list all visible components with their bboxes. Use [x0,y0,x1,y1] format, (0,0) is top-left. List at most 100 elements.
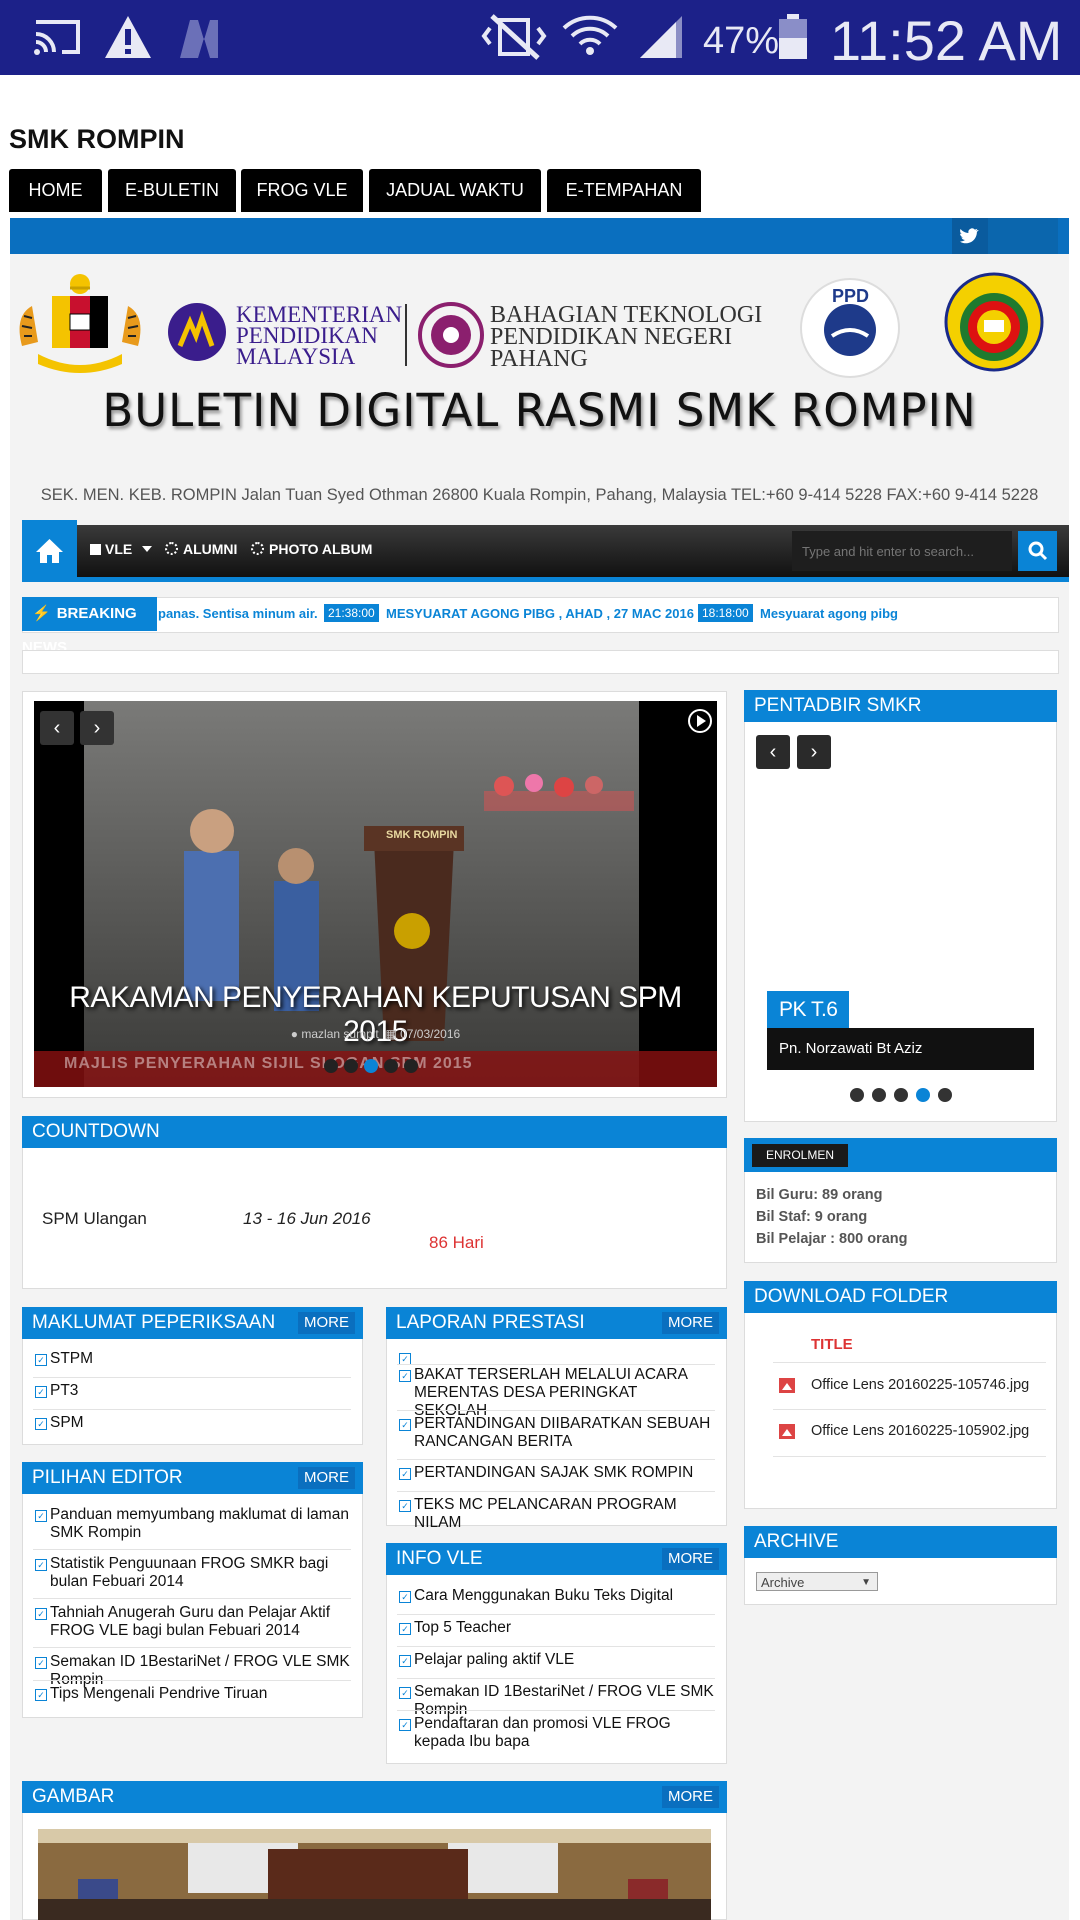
pentadbir-next-button[interactable]: › [797,735,831,769]
maklumat-item[interactable]: PT3 [50,1382,350,1400]
banner-headline: BULETIN DIGITAL RASMI SMK ROMPIN [102,384,977,437]
breaking-news-item[interactable]: Mesyuarat agong pibg [760,606,898,621]
download-panel [744,1281,1057,1509]
countdown-remaining: 86 Hari [429,1233,484,1252]
pentadbir-name: Pn. Norzawati Bt Aziz [767,1028,1034,1070]
vibrate-mute-icon [481,14,547,60]
check-icon: ✓ [399,1591,411,1603]
divider [397,1678,715,1679]
infovle-item[interactable]: Pelajar paling aktif VLE [414,1651,714,1669]
slide-meta: ● mazlan sumpit ▦ 07/03/2016 [34,1027,717,1041]
download-title: DOWNLOAD FOLDER [744,1281,1057,1313]
laporan-item[interactable]: PERTANDINGAN DIIBARATKAN SEBUAH RANCANGA… [414,1415,714,1451]
slider-prev-button[interactable]: ‹ [40,711,74,745]
divider [33,1680,351,1681]
editor-item[interactable]: Statistik Penguunaan FROG SMKR bagi bula… [50,1555,350,1591]
nav-home-button[interactable] [22,520,77,582]
featured-slider[interactable]: SMK ROMPIN ‹ › RAKAMAN PENYERAHAN KEPUTU… [34,701,717,1087]
twitter-button[interactable] [952,218,988,254]
countdown-dates: 13 - 16 Jun 2016 [243,1209,371,1228]
laporan-more-button[interactable]: MORE [662,1312,719,1334]
menu-e-buletin[interactable]: E-BULETIN [108,169,236,212]
ad-strip [22,650,1059,674]
gallery-photo[interactable] [38,1829,711,1920]
pentadbir-dot[interactable] [872,1088,886,1102]
laporan-item[interactable]: BAKAT TERSERLAH MELALUI ACARA MERENTAS D… [414,1366,714,1420]
menu-e-tempahan[interactable]: E-TEMPAHAN [547,169,701,212]
editor-more-button[interactable]: MORE [298,1467,355,1489]
editor-item[interactable]: Panduan memyumbang maklumat di laman SMK… [50,1506,350,1542]
divider [33,1598,351,1599]
download-file-link[interactable]: Office Lens 20160225-105746.jpg [811,1377,1029,1393]
home-icon [36,539,63,563]
nav-photo-album[interactable]: PHOTO ALBUM [251,541,372,557]
maklumat-item[interactable]: SPM [50,1414,350,1432]
download-file-link[interactable]: Office Lens 20160225-105902.jpg [811,1423,1029,1439]
infovle-title: INFO VLE MORE [386,1543,727,1575]
search-button[interactable] [1018,531,1057,571]
enrolmen-guru: Bil Guru: 89 orang [756,1187,883,1203]
play-icon[interactable] [688,709,712,733]
btp-logo [418,302,484,368]
dropdown-arrow-icon: ▼ [861,1577,871,1588]
laporan-item[interactable]: PERTANDINGAN SAJAK SMK ROMPIN [414,1464,714,1482]
check-icon: ✓ [399,1370,411,1382]
slider-dot[interactable] [324,1059,338,1073]
pentadbir-dot[interactable] [938,1088,952,1102]
kpm-logo-text: KEMENTERIAN PENDIDIKAN MALAYSIA [236,302,403,369]
check-icon: ✓ [35,1689,47,1701]
check-icon: ✓ [399,1623,411,1635]
slider-dot[interactable] [404,1059,418,1073]
nav-alumni[interactable]: ALUMNI [165,541,237,557]
nav-vle[interactable]: VLE [90,541,153,557]
menu-frog-vle[interactable]: FROG VLE [241,169,363,212]
menu-jadual-waktu[interactable]: JADUAL WAKTU [369,169,541,212]
image-file-icon [779,1378,795,1393]
gambar-more-button[interactable]: MORE [662,1786,719,1808]
slider-dot-active[interactable] [364,1059,378,1073]
caret-down-icon [142,546,153,552]
twitter-icon [960,228,979,244]
infovle-item[interactable]: Top 5 Teacher [414,1619,714,1637]
search-input[interactable] [792,531,1012,571]
spinner-icon [165,542,178,555]
divider [397,1364,715,1365]
check-icon: ✓ [35,1559,47,1571]
pentadbir-dot[interactable] [894,1088,908,1102]
archive-select[interactable]: Archive ▼ [756,1572,878,1591]
slider-dot[interactable] [384,1059,398,1073]
editor-item[interactable]: Tips Mengenali Pendrive Tiruan [50,1685,350,1703]
site-title[interactable]: SMK ROMPIN [9,124,185,155]
laporan-title: LAPORAN PRESTASI MORE [386,1307,727,1339]
menu-home[interactable]: HOME [9,169,102,212]
divider [33,1647,351,1648]
divider [397,1646,715,1647]
divider [773,1409,1046,1410]
slide-date: 07/03/2016 [400,1027,461,1041]
check-icon: ✓ [399,1719,411,1731]
slider-dot[interactable] [344,1059,358,1073]
laporan-item[interactable]: TEKS MC PELANCARAN PROGRAM NILAM [414,1496,714,1532]
calendar-icon: ▦ [385,1027,397,1041]
infovle-more-button[interactable]: MORE [662,1548,719,1570]
check-icon: ✓ [399,1500,411,1512]
editor-item[interactable]: Semakan ID 1BestariNet / FROG VLE SMK Ro… [50,1653,360,1689]
download-column-title: TITLE [811,1336,853,1353]
pentadbir-dot-active[interactable] [916,1088,930,1102]
maklumat-item[interactable]: STPM [50,1350,350,1368]
pentadbir-dot[interactable] [850,1088,864,1102]
breaking-news-item[interactable]: panas. Sentisa minum air. [158,606,318,621]
maklumat-more-button[interactable]: MORE [298,1312,355,1334]
bolt-icon: ⚡ [32,605,51,622]
pentadbir-prev-button[interactable]: ‹ [756,735,790,769]
infovle-item[interactable]: Pendaftaran dan promosi VLE FROG kepada … [414,1715,714,1751]
infovle-item[interactable]: Semakan ID 1BestariNet / FROG VLE SMK Ro… [414,1683,724,1719]
slider-next-button[interactable]: › [80,711,114,745]
infovle-item[interactable]: Cara Menggunakan Buku Teks Digital [414,1587,714,1605]
check-icon: ✓ [399,1655,411,1667]
image-file-icon [779,1424,795,1439]
breaking-news-item[interactable]: MESYUARAT AGONG PIBG , AHAD , 27 MAC 201… [386,606,694,621]
editor-item[interactable]: Tahniah Anugerah Guru dan Pelajar Aktif … [50,1604,350,1640]
editor-title: PILIHAN EDITOR MORE [22,1462,363,1494]
smk-rompin-logo [944,272,1044,372]
